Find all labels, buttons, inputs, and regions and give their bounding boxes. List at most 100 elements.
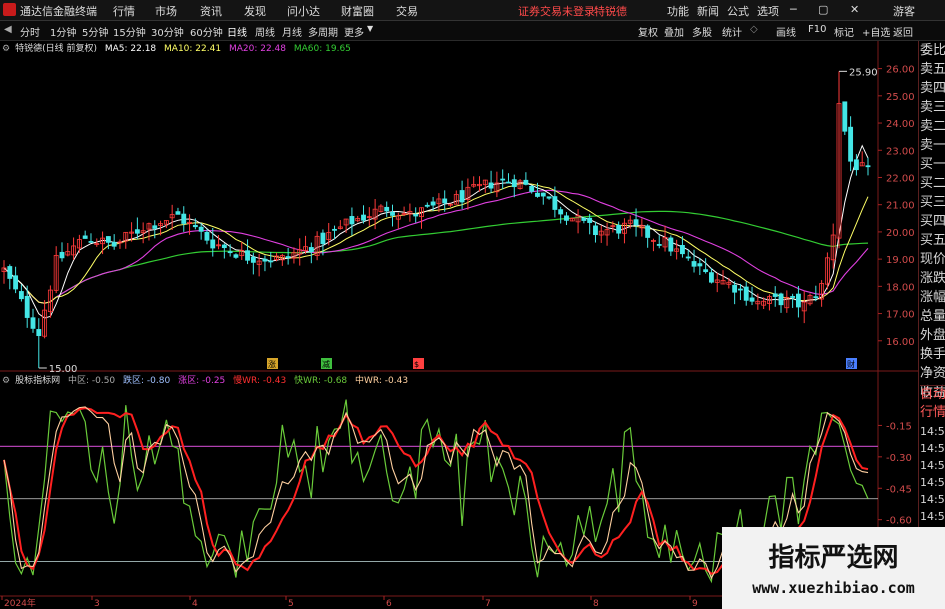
menu-item-markets[interactable]: 市场 [155, 3, 177, 19]
close-icon[interactable]: ✕ [850, 3, 859, 16]
quote-tab[interactable]: 行情 [920, 405, 945, 421]
candle-body [691, 261, 697, 267]
candle-body [488, 182, 494, 189]
auto-quote-toggle[interactable]: 自动 [920, 387, 945, 403]
menu-item-ask[interactable]: 问小达 [287, 3, 320, 19]
candle-body [836, 103, 842, 239]
price-tick-label: 26.00 [886, 65, 915, 76]
candle-body [761, 300, 767, 306]
period-tab-30min[interactable]: 30分钟 [151, 24, 184, 39]
menu-item-formula[interactable]: 公式 [727, 3, 749, 19]
overlay-button[interactable]: 叠加 [664, 24, 684, 39]
candle-body [448, 203, 453, 206]
slow-wr-label: 慢WR: -0.43 [233, 376, 287, 386]
menu-item-trade[interactable]: 交易 [396, 3, 418, 19]
time-tick-label: 2024年 [4, 597, 36, 609]
panel-label: 总量 [920, 309, 945, 324]
indicator-gear-icon[interactable]: ⚙ [2, 376, 10, 386]
indicator-tick-label: -0.45 [886, 484, 912, 495]
period-tab-5min[interactable]: 5分钟 [82, 24, 108, 39]
candle-body [801, 301, 807, 312]
tick-time: 14:50 [920, 510, 945, 523]
guest-label[interactable]: 游客 [893, 3, 915, 19]
candle-body [500, 178, 506, 181]
candle-body [82, 235, 88, 239]
panel-label: 涨跌 [920, 271, 945, 286]
period-tab-15min[interactable]: 15分钟 [113, 24, 146, 39]
ma20-line [3, 189, 869, 304]
candle-body [401, 213, 407, 216]
period-tab-more[interactable]: 更多 [344, 24, 364, 39]
candle-body [239, 250, 245, 257]
main-chart-legend: ⚙ 特锐德(日线 前复权) MA5: 22.18 MA10: 22.41 MA20… [2, 41, 356, 55]
ma60-label: MA60: 19.65 [293, 44, 351, 54]
candle-body [134, 229, 140, 234]
period-tab-weekly[interactable]: 周线 [255, 24, 275, 39]
period-tab-daily[interactable]: 日线 [227, 24, 247, 39]
ma5-line [3, 144, 869, 319]
candle-body [442, 198, 448, 204]
candle-body [146, 223, 152, 230]
menu-item-news-right[interactable]: 新闻 [697, 3, 719, 19]
candle-body [42, 309, 48, 337]
candle-body [30, 317, 36, 329]
menu-item-wealth[interactable]: 财富圈 [341, 3, 374, 19]
menu-item-options[interactable]: 选项 [757, 3, 779, 19]
mark-button[interactable]: 标记 [834, 24, 854, 39]
ma20-label: MA20: 22.48 [228, 44, 286, 54]
candle-body [790, 296, 796, 298]
menu-item-function[interactable]: 功能 [667, 3, 689, 19]
add-watchlist-button[interactable]: +自选 [862, 24, 890, 39]
stats-button[interactable]: 统计 [722, 24, 742, 39]
login-notice[interactable]: 证券交易未登录 [518, 3, 595, 19]
period-tab-multi[interactable]: 多周期 [308, 24, 338, 39]
candle-body [865, 165, 871, 168]
settings-dropdown-icon[interactable]: ◇ [750, 24, 758, 35]
candle-body [662, 236, 668, 248]
event-marker [413, 358, 424, 369]
candle-body [274, 255, 279, 261]
stock-link[interactable]: 特锐德 [594, 3, 627, 19]
stock-title: 特锐德(日线 前复权) [15, 44, 97, 54]
price-tick-label: 22.00 [886, 173, 915, 184]
period-tab-1min[interactable]: 1分钟 [50, 24, 76, 39]
candle-body [703, 269, 709, 273]
menu-bar: 通达信金融终端 行情 市场 资讯 发现 问小达 财富圈 交易 证券交易未登录 特… [0, 0, 945, 21]
time-tick-label: 8 [593, 599, 599, 609]
event-marker-label: $ [414, 360, 419, 369]
restore-icon[interactable]: ▢ [818, 3, 828, 16]
panel-label: 卖四 [920, 81, 945, 96]
candle-body [627, 219, 633, 224]
return-button[interactable]: 返回 [893, 24, 913, 39]
settings-gear-icon[interactable]: ⚙ [2, 44, 10, 54]
indicator-legend: ⚙ 股标指标网 中区: -0.50 跌区: -0.80 涨区: -0.25 慢WR… [2, 373, 413, 387]
candle-body [535, 192, 540, 197]
multi-stock-button[interactable]: 多股 [692, 24, 712, 39]
candle-body [129, 231, 134, 234]
fast-wr-label: 快WR: -0.68 [294, 376, 348, 386]
candle-body [24, 295, 30, 318]
candle-body [459, 190, 465, 203]
period-tab-monthly[interactable]: 月线 [282, 24, 302, 39]
candle-body [616, 224, 622, 234]
period-tab-60min[interactable]: 60分钟 [190, 24, 223, 39]
candle-body [784, 296, 790, 309]
menu-item-discover[interactable]: 发现 [244, 3, 266, 19]
candle-body [709, 272, 714, 283]
rise-zone-label: 涨区: -0.25 [178, 376, 226, 386]
period-tab-intraday[interactable]: 分时 [20, 24, 40, 39]
adjust-button[interactable]: 复权 [638, 24, 658, 39]
menu-item-news[interactable]: 资讯 [200, 3, 222, 19]
candle-body [587, 217, 593, 223]
menu-item-market[interactable]: 行情 [113, 3, 135, 19]
candle-body [245, 250, 250, 261]
back-icon[interactable]: ◀ [4, 24, 12, 35]
candle-body [384, 206, 390, 212]
price-tick-label: 21.00 [886, 201, 915, 212]
more-dropdown-icon[interactable]: ▼ [367, 24, 373, 33]
candle-body [419, 207, 424, 218]
draw-line-button[interactable]: 画线 [776, 24, 796, 39]
f10-button[interactable]: F10 [808, 24, 826, 35]
minimize-icon[interactable]: ─ [790, 3, 797, 16]
candle-body [378, 205, 384, 212]
